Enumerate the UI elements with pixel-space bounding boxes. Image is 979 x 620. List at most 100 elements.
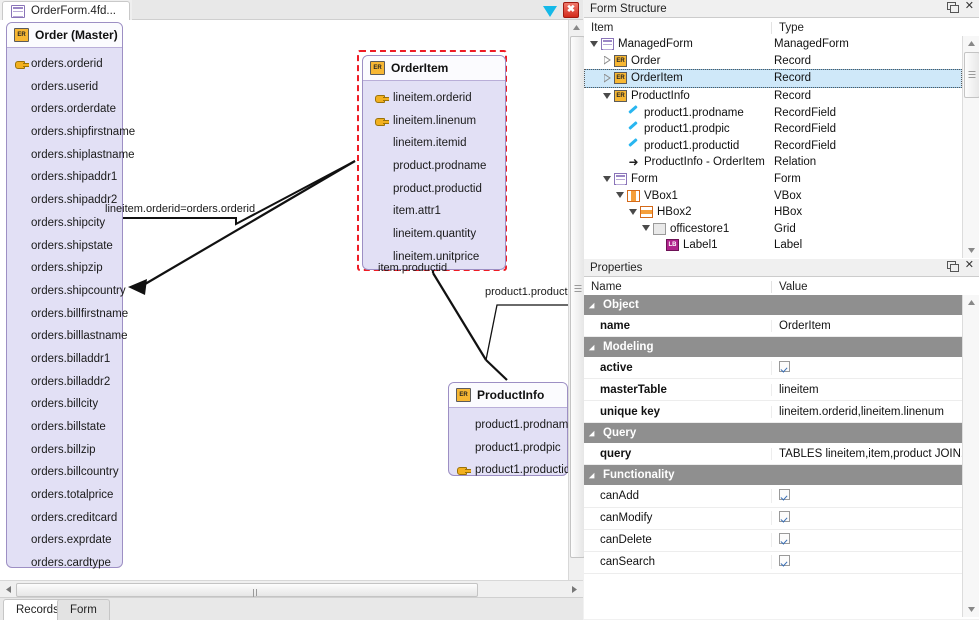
checkbox[interactable]: [779, 489, 790, 500]
property-value[interactable]: TABLES lineitem,item,product JOIN...: [771, 448, 962, 460]
field-row[interactable]: product.productid: [363, 178, 505, 201]
field-row[interactable]: orders.orderdate: [7, 98, 122, 121]
field-row[interactable]: item.attr1: [363, 200, 505, 223]
tree-row[interactable]: FormForm: [584, 171, 962, 188]
column-header-type[interactable]: Type: [771, 22, 979, 34]
property-value[interactable]: [771, 361, 962, 375]
field-row[interactable]: orders.shipstate: [7, 235, 122, 258]
field-row[interactable]: orders.totalprice: [7, 484, 122, 507]
tree-row[interactable]: product1.productidRecordField: [584, 138, 962, 155]
property-row[interactable]: canAdd: [584, 485, 962, 507]
canvas-vertical-scrollbar[interactable]: [568, 20, 584, 580]
expand-collapse-icon[interactable]: [602, 73, 613, 84]
field-row[interactable]: orders.shipaddr1: [7, 166, 122, 189]
column-header-item[interactable]: Item: [584, 22, 771, 34]
property-row[interactable]: queryTABLES lineitem,item,product JOIN..…: [584, 443, 962, 465]
field-row[interactable]: orders.billaddr1: [7, 348, 122, 371]
checkbox[interactable]: [779, 511, 790, 522]
expand-collapse-icon[interactable]: [589, 300, 600, 311]
scroll-down-arrow-icon[interactable]: [963, 602, 979, 617]
tree-row[interactable]: product1.prodnameRecordField: [584, 104, 962, 121]
document-tab-orderform[interactable]: OrderForm.4fd...: [2, 1, 130, 20]
restore-icon[interactable]: [947, 260, 958, 271]
tree-row[interactable]: VBox1VBox: [584, 187, 962, 204]
property-group-header[interactable]: Functionality: [584, 465, 962, 485]
scroll-left-arrow-icon[interactable]: [1, 582, 15, 596]
tree-row[interactable]: EROrderRecord: [584, 53, 962, 70]
expand-collapse-icon[interactable]: [602, 55, 613, 66]
property-value[interactable]: OrderItem: [771, 320, 962, 332]
field-row[interactable]: product1.prodname: [449, 414, 567, 437]
close-icon[interactable]: ✖: [563, 2, 579, 18]
expand-collapse-icon[interactable]: [641, 223, 652, 234]
checkbox[interactable]: [779, 555, 790, 566]
field-row[interactable]: product.prodname: [363, 155, 505, 178]
scroll-up-arrow-icon[interactable]: [569, 20, 584, 35]
field-row[interactable]: orders.billlastname: [7, 325, 122, 348]
field-row[interactable]: orders.orderid: [7, 53, 122, 76]
field-row[interactable]: lineitem.itemid: [363, 132, 505, 155]
canvas-horizontal-scrollbar[interactable]: [0, 580, 583, 598]
properties-grid[interactable]: ObjectnameOrderItemModelingactivemasterT…: [584, 295, 962, 617]
restore-icon[interactable]: [947, 1, 958, 12]
column-header-value[interactable]: Value: [771, 281, 979, 293]
property-value[interactable]: [771, 555, 962, 569]
expand-collapse-icon[interactable]: [589, 428, 600, 439]
expand-collapse-icon[interactable]: [628, 207, 639, 218]
canvas-vertical-scroll-thumb[interactable]: [570, 36, 585, 558]
property-group-header[interactable]: Object: [584, 295, 962, 315]
canvas-horizontal-scroll-thumb[interactable]: [16, 583, 478, 597]
property-group-header[interactable]: Query: [584, 423, 962, 443]
tree-row[interactable]: ERProductInfoRecord: [584, 88, 962, 105]
checkbox[interactable]: [779, 533, 790, 544]
structure-scroll-thumb[interactable]: [964, 52, 979, 98]
field-row[interactable]: orders.billzip: [7, 439, 122, 462]
tree-row[interactable]: LBLabel1Label: [584, 237, 962, 254]
scroll-down-arrow-icon[interactable]: [963, 243, 979, 258]
field-row[interactable]: product1.productid: [449, 459, 567, 482]
tree-row[interactable]: ➜ProductInfo - OrderItemRelation: [584, 154, 962, 171]
field-row[interactable]: orders.billfirstname: [7, 303, 122, 326]
field-row[interactable]: orders.shipzip: [7, 257, 122, 280]
field-row[interactable]: orders.billcountry: [7, 461, 122, 484]
tree-row[interactable]: officestore1Grid: [584, 221, 962, 238]
checkbox[interactable]: [779, 361, 790, 372]
record-box-productinfo[interactable]: ER ProductInfo product1.prodname product…: [448, 382, 568, 476]
property-value[interactable]: [771, 489, 962, 503]
property-row[interactable]: unique keylineitem.orderid,lineitem.line…: [584, 401, 962, 423]
field-row[interactable]: product1.prodpic: [449, 437, 567, 460]
field-row[interactable]: orders.shipcountry: [7, 280, 122, 303]
scroll-right-arrow-icon[interactable]: [567, 582, 581, 596]
field-row[interactable]: lineitem.orderid: [363, 87, 505, 110]
properties-vertical-scrollbar[interactable]: [962, 295, 979, 617]
expand-collapse-icon[interactable]: [602, 174, 613, 185]
field-row[interactable]: orders.exprdate: [7, 529, 122, 552]
property-value[interactable]: [771, 533, 962, 547]
tab-form[interactable]: Form: [57, 599, 110, 620]
field-row[interactable]: orders.cardtype: [7, 552, 122, 575]
tree-row[interactable]: HBox2HBox: [584, 204, 962, 221]
record-box-orderitem[interactable]: ER OrderItem lineitem.orderid lineitem.l…: [362, 55, 506, 270]
property-group-header[interactable]: Modeling: [584, 337, 962, 357]
tree-row[interactable]: ManagedFormManagedForm: [584, 36, 962, 53]
property-row[interactable]: nameOrderItem: [584, 315, 962, 337]
field-row[interactable]: lineitem.linenum: [363, 110, 505, 133]
field-row[interactable]: orders.userid: [7, 76, 122, 99]
property-value[interactable]: [771, 511, 962, 525]
property-row[interactable]: active: [584, 357, 962, 379]
field-row[interactable]: orders.creditcard: [7, 507, 122, 530]
field-row[interactable]: orders.shipfirstname: [7, 121, 122, 144]
tree-row[interactable]: product1.prodpicRecordField: [584, 121, 962, 138]
close-icon[interactable]: ✕: [965, 1, 974, 12]
property-value[interactable]: lineitem.orderid,lineitem.linenum: [771, 406, 962, 418]
property-row[interactable]: canDelete: [584, 530, 962, 552]
expand-collapse-icon[interactable]: [615, 190, 626, 201]
field-row[interactable]: orders.shipcity: [7, 212, 122, 235]
expand-collapse-icon[interactable]: [589, 39, 600, 50]
property-value[interactable]: lineitem: [771, 384, 962, 396]
structure-vertical-scrollbar[interactable]: [962, 36, 979, 258]
property-row[interactable]: canSearch: [584, 552, 962, 574]
property-row[interactable]: canModify: [584, 508, 962, 530]
record-box-order-master[interactable]: ER Order (Master) orders.orderid orders.…: [6, 22, 123, 568]
field-row[interactable]: orders.billcity: [7, 393, 122, 416]
